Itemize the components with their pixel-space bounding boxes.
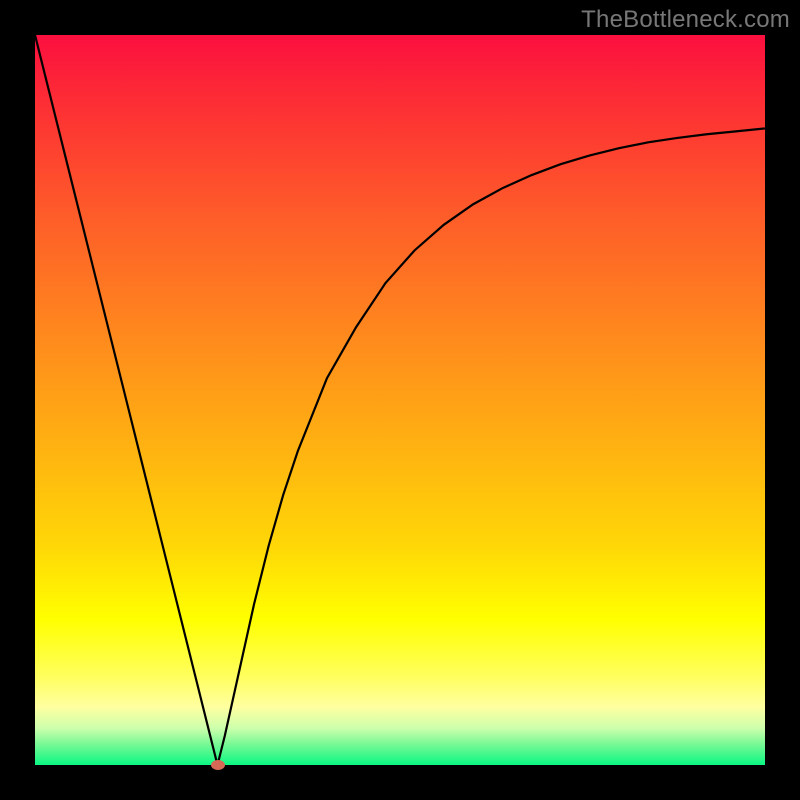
curve-path: [35, 35, 765, 765]
bottleneck-curve: [35, 35, 765, 765]
minimum-marker: [211, 760, 225, 770]
plot-area: [35, 35, 765, 765]
chart-frame: TheBottleneck.com: [0, 0, 800, 800]
watermark-text: TheBottleneck.com: [581, 6, 790, 34]
